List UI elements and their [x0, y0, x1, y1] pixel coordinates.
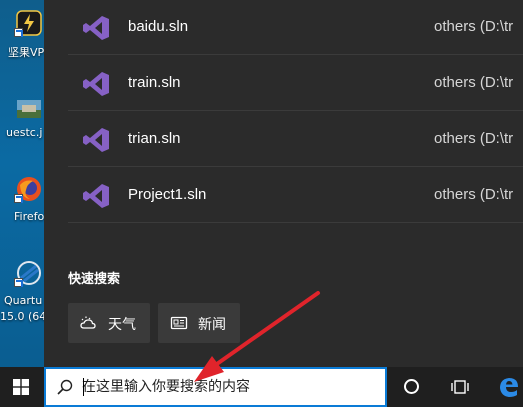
cortana-icon	[404, 379, 419, 394]
quick-search-label: 新闻	[198, 317, 226, 333]
desktop-icon-label: uestc.j	[6, 126, 43, 139]
edge-taskbar-button[interactable]	[492, 367, 523, 407]
recent-item[interactable]: trian.sln others (D:\tr	[68, 112, 523, 167]
desktop-icon-vpn[interactable]: 坚果VP	[0, 8, 45, 59]
edge-icon	[500, 378, 518, 397]
taskbar-search-box[interactable]	[44, 367, 387, 407]
search-results-panel: baidu.sln others (D:\tr train.sln others…	[44, 0, 523, 367]
visual-studio-icon	[83, 184, 109, 208]
task-view-button[interactable]	[444, 367, 476, 407]
task-view-icon	[451, 380, 469, 394]
recent-item-path: others (D:\tr	[434, 74, 514, 91]
search-input[interactable]	[82, 375, 377, 399]
desktop-icon-label: Firefo	[14, 210, 45, 223]
recent-item[interactable]: train.sln others (D:\tr	[68, 56, 523, 111]
quick-search-label: 天气	[108, 317, 136, 333]
quick-search-weather-button[interactable]: 天气	[68, 303, 150, 343]
start-button[interactable]	[0, 367, 44, 407]
windows-logo-icon	[13, 379, 29, 395]
quick-search-title: 快速搜索	[68, 272, 121, 287]
recent-item-path: others (D:\tr	[434, 186, 514, 203]
recent-item-name: trian.sln	[128, 130, 181, 147]
cortana-button[interactable]	[396, 367, 428, 407]
recent-item-name: train.sln	[128, 74, 181, 91]
desktop-icon-uestc[interactable]: uestc.j	[0, 94, 44, 144]
recent-item[interactable]: baidu.sln others (D:\tr	[68, 0, 523, 55]
taskbar	[0, 367, 523, 407]
visual-studio-icon	[83, 128, 109, 152]
weather-icon	[80, 316, 96, 329]
shortcut-arrow-icon	[14, 278, 23, 287]
visual-studio-icon	[83, 16, 109, 40]
shortcut-arrow-icon	[14, 194, 23, 203]
desktop-icon-quartus[interactable]: Quartu 15.0 (64	[0, 258, 47, 328]
image-file-icon	[17, 100, 41, 118]
news-icon	[170, 316, 188, 330]
desktop-icon-label: 15.0 (64	[0, 310, 47, 323]
text-caret	[83, 378, 84, 396]
recent-item-name: Project1.sln	[128, 186, 207, 203]
visual-studio-icon	[83, 72, 109, 96]
recent-item[interactable]: Project1.sln others (D:\tr	[68, 168, 523, 223]
search-icon	[57, 379, 73, 395]
recent-item-path: others (D:\tr	[434, 130, 514, 147]
recent-item-path: others (D:\tr	[434, 18, 514, 35]
quick-search-news-button[interactable]: 新闻	[158, 303, 240, 343]
desktop-icon-label: Quartu	[4, 294, 43, 307]
shortcut-arrow-icon	[14, 28, 23, 37]
recent-item-name: baidu.sln	[128, 18, 189, 35]
desktop-icon-label: 坚果VP	[8, 46, 45, 59]
desktop-icon-firefox[interactable]: Firefo	[0, 174, 44, 224]
desktop-screen: 坚果VP uestc.j Firefo Quartu 15.0 (64 baid…	[0, 0, 523, 407]
